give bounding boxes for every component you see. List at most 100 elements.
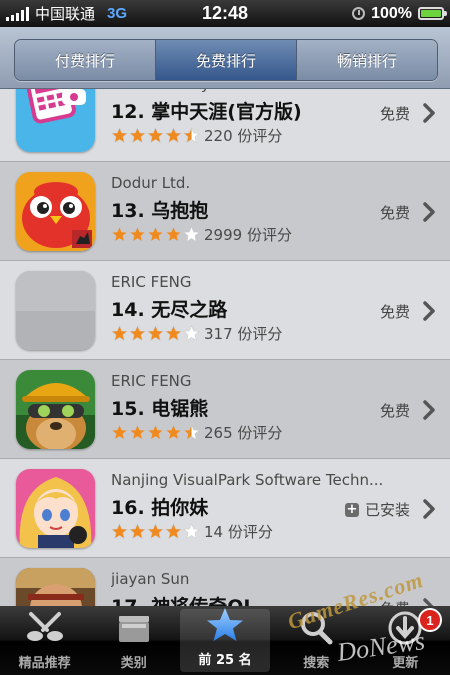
price-text: 免费	[379, 303, 410, 321]
anime-girl-icon[interactable]	[16, 469, 95, 548]
alarm-clock-icon	[352, 7, 366, 20]
app-row[interactable]: jiayan Sun 17. 神将传奇OL 免费	[0, 558, 450, 606]
price-label[interactable]: 免费	[380, 598, 410, 606]
app-row[interactable]: ERIC FENG 15. 电锯熊 265 份评分 免费	[0, 360, 450, 459]
rating-star-icon	[129, 127, 146, 144]
rating-stars	[111, 325, 200, 342]
rating-star-icon	[183, 424, 200, 441]
chevron-right-icon	[423, 499, 435, 519]
app-rating: 265 份评分	[111, 422, 282, 443]
price-label[interactable]: 免费	[380, 103, 410, 124]
chevron-right-icon	[423, 301, 435, 321]
price-label[interactable]: 免费	[380, 202, 410, 223]
chevron-right-icon	[423, 598, 434, 606]
rating-stars	[111, 127, 200, 144]
rating-count: 14 份评分	[204, 523, 273, 541]
app-rating: 2999 份评分	[111, 224, 292, 245]
tab-search[interactable]: 搜索	[272, 606, 361, 675]
tab-featured[interactable]: 精品推荐	[0, 606, 89, 675]
rating-star-icon	[147, 424, 164, 441]
price-label[interactable]: 免费	[380, 301, 410, 322]
app-seller: Kailash Tianya Online Network Tech...	[111, 89, 416, 93]
rating-star-icon	[147, 325, 164, 342]
rating-star-icon	[111, 127, 128, 144]
rating-star-icon	[183, 127, 200, 144]
status-bar: 中国联通 3G 12:48 100%	[0, 0, 450, 27]
rating-star-icon	[165, 226, 182, 243]
rating-star-icon	[183, 523, 200, 540]
rating-star-icon	[111, 523, 128, 540]
rating-star-icon	[183, 325, 200, 342]
rating-star-icon	[165, 127, 182, 144]
rating-stars	[111, 424, 200, 441]
rating-count: 2999 份评分	[204, 226, 292, 244]
price-label[interactable]: 免费	[380, 400, 410, 421]
app-title: 13. 乌抱抱	[111, 200, 209, 222]
rating-star-icon	[129, 424, 146, 441]
rating-star-icon	[147, 226, 164, 243]
rating-star-icon	[129, 325, 146, 342]
tab-categories[interactable]: 类别	[89, 606, 178, 675]
app-row[interactable]: Nanjing VisualPark Software Techn... 16. …	[0, 459, 450, 558]
app-rating: 317 份评分	[111, 323, 282, 344]
app-seller: ERIC FENG	[111, 273, 192, 291]
installed-label: + 已安装	[344, 499, 410, 520]
tab-label: 类别	[120, 656, 147, 671]
search-icon	[296, 610, 336, 650]
ranking-header: 付费排行 免费排行 畅销排行	[0, 27, 450, 89]
carrier-name: 中国联通	[35, 5, 96, 23]
ranking-segmented-control: 付费排行 免费排行 畅销排行	[14, 39, 438, 81]
tab-label: 搜索	[303, 656, 330, 671]
tab-label: 精品推荐	[18, 656, 71, 671]
rating-star-icon	[165, 325, 182, 342]
app-seller: ERIC FENG	[111, 372, 192, 390]
battery-icon	[418, 7, 447, 20]
blank-icon[interactable]	[16, 271, 95, 350]
rating-star-icon	[129, 523, 146, 540]
rating-star-icon	[165, 523, 182, 540]
chevron-right-icon	[423, 202, 435, 222]
price-text: 免费	[379, 105, 410, 123]
app-seller: Dodur Ltd.	[111, 174, 191, 192]
app-row[interactable]: Kailash Tianya Online Network Tech... 12.…	[0, 89, 450, 162]
segment-free[interactable]: 免费排行	[155, 40, 296, 80]
app-list[interactable]: Kailash Tianya Online Network Tech... 12.…	[0, 89, 450, 606]
battery-percent: 100%	[371, 4, 412, 22]
segment-grossing[interactable]: 畅销排行	[296, 40, 437, 80]
chevron-right-icon	[423, 103, 435, 123]
top25-star-icon	[205, 607, 245, 647]
app-row[interactable]: Dodur Ltd. 13. 乌抱抱 2999 份评分 免费	[0, 162, 450, 261]
rating-star-icon	[111, 325, 128, 342]
tab-updates[interactable]: 更新 1	[361, 606, 450, 675]
app-seller: Nanjing VisualPark Software Techn...	[111, 471, 384, 489]
rating-count: 317 份评分	[204, 325, 283, 343]
rating-count: 220 份评分	[204, 127, 283, 145]
app-rating: 14 份评分	[111, 521, 273, 542]
app-title: 14. 无尽之路	[111, 299, 228, 321]
segment-paid[interactable]: 付费排行	[15, 40, 155, 80]
update-count-badge: 1	[418, 608, 443, 632]
categories-icon	[114, 610, 154, 650]
network-type: 3G	[107, 5, 128, 22]
rating-star-icon	[147, 523, 164, 540]
warrior-icon[interactable]	[16, 568, 95, 606]
rating-star-icon	[183, 226, 200, 243]
signal-icon	[6, 6, 29, 21]
phone-chat-icon[interactable]	[16, 89, 95, 152]
rating-star-icon	[165, 424, 182, 441]
app-store-screen: 中国联通 3G 12:48 100% 付费排行 免费排行 畅销排行 Kailas…	[0, 0, 450, 675]
rating-count: 265 份评分	[204, 424, 283, 442]
app-rating: 220 份评分	[111, 125, 282, 146]
chainsaw-bear-icon[interactable]	[16, 370, 95, 449]
app-row[interactable]: ERIC FENG 14. 无尽之路 317 份评分 免费	[0, 261, 450, 360]
rating-star-icon	[111, 424, 128, 441]
rating-star-icon	[129, 226, 146, 243]
red-bird-icon[interactable]	[16, 172, 95, 251]
featured-icon	[25, 610, 65, 650]
price-text: 免费	[380, 598, 410, 606]
tab-label: 更新	[392, 656, 419, 671]
tab-top25[interactable]: 前 25 名	[180, 607, 270, 672]
tab-label: 前 25 名	[198, 653, 252, 668]
price-text: 已安装	[364, 501, 410, 519]
rating-stars	[111, 226, 200, 243]
